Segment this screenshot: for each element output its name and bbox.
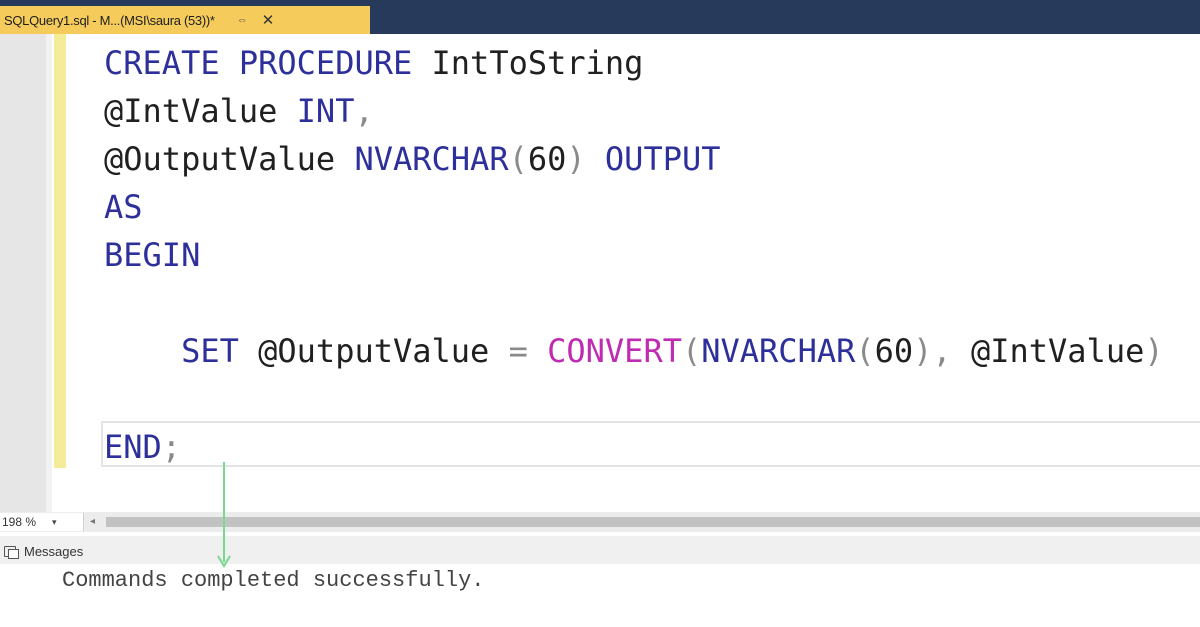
scroll-left-icon[interactable]: ◂ — [90, 516, 95, 527]
code-token: END — [104, 428, 162, 466]
document-tab[interactable]: SQLQuery1.sql - M...(MSI\saura (53))* ⇔ … — [0, 6, 370, 34]
code-line: SET @OutputValue = CONVERT(NVARCHAR(60),… — [104, 327, 1164, 375]
editor-gutter — [0, 34, 46, 512]
results-pane: Commands completed successfully. — [0, 564, 1200, 627]
code-text[interactable]: CREATE PROCEDURE IntToString @IntValue IN… — [104, 39, 1164, 471]
zoom-value: 198 % — [2, 515, 37, 529]
close-icon[interactable]: ✕ — [262, 11, 275, 29]
code-token: ) — [1144, 332, 1164, 370]
code-token: @IntValue — [970, 332, 1145, 370]
tab-title: SQLQuery1.sql - M...(MSI\saura (53))* — [4, 12, 215, 28]
results-tab-strip: Messages — [0, 536, 1200, 564]
code-token: 60 — [874, 332, 914, 370]
code-line: AS — [104, 183, 1164, 231]
code-token: ( — [855, 332, 875, 370]
code-line: @IntValue INT, — [104, 87, 1164, 135]
tab-strip: SQLQuery1.sql - M...(MSI\saura (53))* ⇔ … — [0, 0, 1200, 34]
code-token: CONVERT — [547, 332, 682, 370]
code-token: NVARCHAR — [354, 140, 509, 178]
gutter-separator — [46, 34, 52, 512]
code-token: @OutputValue — [258, 332, 509, 370]
code-token: , — [354, 92, 374, 130]
code-token: ) — [566, 140, 605, 178]
code-token: ), — [913, 332, 971, 370]
code-token: IntToString — [431, 44, 644, 82]
zoom-dropdown[interactable]: 198 % ▾ — [0, 513, 84, 531]
code-token: SET — [104, 332, 259, 370]
code-token: BEGIN — [104, 236, 201, 274]
down-arrow-annotation — [217, 462, 231, 568]
code-line: CREATE PROCEDURE IntToString — [104, 39, 1164, 87]
code-token: @IntValue — [104, 92, 297, 130]
code-token: @OutputValue — [104, 140, 355, 178]
status-message: Commands completed successfully. — [62, 568, 485, 593]
pin-icon[interactable]: ⇔ — [237, 14, 248, 26]
code-line: BEGIN — [104, 231, 1164, 279]
change-tracking-bar — [54, 34, 66, 468]
code-token: NVARCHAR — [701, 332, 856, 370]
code-line: @OutputValue NVARCHAR(60) OUTPUT — [104, 135, 1164, 183]
horizontal-scrollbar[interactable]: 198 % ▾ ◂ — [0, 512, 1200, 532]
tab-messages[interactable]: Messages — [4, 540, 83, 562]
code-token: INT — [296, 92, 355, 130]
query-editor[interactable]: CREATE PROCEDURE IntToString @IntValue IN… — [0, 34, 1200, 512]
code-token: OUTPUT — [604, 140, 721, 178]
messages-icon — [4, 545, 19, 559]
chevron-down-icon[interactable]: ▾ — [52, 517, 57, 528]
code-token: 60 — [527, 140, 567, 178]
code-token: = — [508, 332, 548, 370]
code-token: ( — [508, 140, 528, 178]
code-line: END; — [104, 423, 1164, 471]
scroll-thumb[interactable] — [106, 517, 1200, 527]
code-token: CREATE PROCEDURE — [104, 44, 432, 82]
code-token: AS — [104, 188, 143, 226]
tab-messages-label: Messages — [24, 543, 84, 559]
code-token: ; — [161, 428, 182, 466]
code-token: ( — [681, 332, 702, 370]
